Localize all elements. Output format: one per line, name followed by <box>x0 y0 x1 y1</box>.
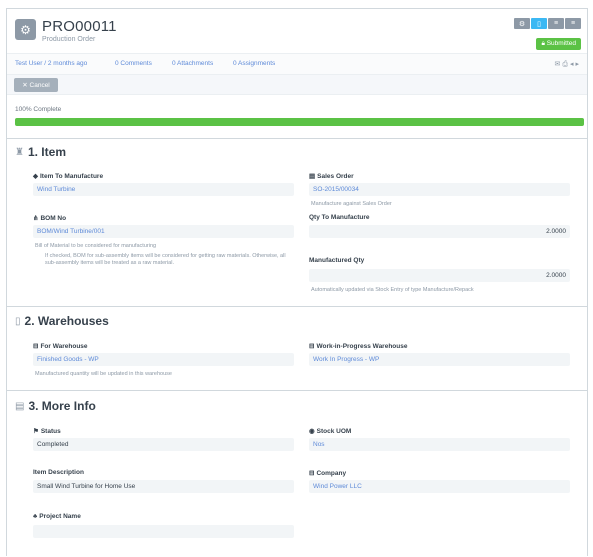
section-divider <box>7 390 587 391</box>
company-field[interactable]: Wind Power LLC <box>309 480 570 493</box>
item-description-label: Item Description <box>33 469 84 476</box>
qty-to-manufacture-field[interactable]: 2.0000 <box>309 225 570 238</box>
sales-order-label-text: Sales Order <box>317 172 354 180</box>
section-divider <box>7 138 587 139</box>
section-title-more-info-label: 3. More Info <box>28 399 96 413</box>
form-toolbar: ✕ Cancel <box>7 75 587 95</box>
timeline-links-bar: Test User / 2 months ago 0 Comments 0 At… <box>7 53 587 75</box>
owner-link[interactable]: Test User / 2 months ago <box>15 60 87 67</box>
page-subtitle: Production Order <box>42 36 96 43</box>
progress-bar <box>15 118 584 126</box>
for-warehouse-label-text: For Warehouse <box>40 342 88 350</box>
printer-icon[interactable]: ⎙ <box>562 61 570 68</box>
stock-uom-label: ◉ Stock UOM <box>309 427 352 436</box>
bom-help: Bill of Material to be considered for ma… <box>35 243 157 249</box>
section-title-item: ♜ 1. Item <box>15 145 66 159</box>
status-label: ⚑ Status <box>33 427 61 436</box>
status-badge-label: Submitted <box>546 40 576 47</box>
item-to-manufacture-field[interactable]: Wind Turbine <box>33 183 294 196</box>
cancel-button[interactable]: ✕ Cancel <box>14 78 58 92</box>
tag-icon: ◆ <box>33 173 38 180</box>
file-icon: ▤ <box>309 173 316 180</box>
flag-icon: ⚑ <box>33 428 39 435</box>
comments-link[interactable]: 0 Comments <box>115 60 152 67</box>
manufactured-qty-field[interactable]: 2.0000 <box>309 269 570 282</box>
building-icon: ▯ <box>15 315 21 327</box>
next-icon[interactable]: ▸ <box>575 61 581 68</box>
page-header: ⚙ PRO00011 Production Order ⚙ ▯ ≡ ≡ 🔒︎ S… <box>7 9 587 53</box>
project-name-label: ♣ Project Name <box>33 513 81 520</box>
gear-icon: ⚙ <box>15 19 36 40</box>
header-actions: ⚙ ▯ ≡ ≡ <box>514 18 581 29</box>
cubes-icon: ♜ <box>15 146 24 158</box>
production-order-form: ⚙ PRO00011 Production Order ⚙ ▯ ≡ ≡ 🔒︎ S… <box>6 8 588 556</box>
progress-bar-fill <box>15 118 584 126</box>
menu-icon[interactable]: ≡ <box>565 18 581 29</box>
bom-no-field[interactable]: BOM/Wind Turbine/001 <box>33 225 294 238</box>
sales-order-field[interactable]: SO-2015/00034 <box>309 183 570 196</box>
section-title-warehouses: ▯ 2. Warehouses <box>15 314 109 328</box>
item-to-manufacture-label-text: Item To Manufacture <box>40 172 104 180</box>
sitemap-icon: ⋔ <box>33 215 39 222</box>
manufactured-qty-help: Automatically updated via Stock Entry of… <box>311 287 474 293</box>
stock-uom-label-text: Stock UOM <box>316 427 352 435</box>
building-icon: ⊟ <box>309 470 315 477</box>
manufactured-qty-label: Manufactured Qty <box>309 257 365 264</box>
warehouse-icon: ⊟ <box>33 343 39 350</box>
section-title-item-label: 1. Item <box>27 145 66 159</box>
wip-warehouse-field[interactable]: Work In Progress - WP <box>309 353 570 366</box>
project-name-label-text: Project Name <box>39 513 81 520</box>
item-to-manufacture-label: ◆ Item To Manufacture <box>33 172 104 181</box>
for-warehouse-field[interactable]: Finished Goods - WP <box>33 353 294 366</box>
company-label: ⊟ Company <box>309 469 347 478</box>
assignments-link[interactable]: 0 Assignments <box>233 60 275 67</box>
sales-order-help: Manufacture against Sales Order <box>311 201 392 207</box>
status-field[interactable]: Completed <box>33 438 294 451</box>
list-icon[interactable]: ≡ <box>548 18 564 29</box>
section-title-more-info: ▤ 3. More Info <box>15 399 96 413</box>
for-warehouse-label: ⊟ For Warehouse <box>33 342 88 351</box>
wip-warehouse-label: ⊟ Work-in-Progress Warehouse <box>309 342 408 351</box>
stock-uom-field[interactable]: Nos <box>309 438 570 451</box>
close-icon: ✕ <box>22 82 30 89</box>
qty-to-manufacture-label: Qty To Manufacture <box>309 214 370 221</box>
wip-warehouse-label-text: Work-in-Progress Warehouse <box>316 342 408 350</box>
print-icon[interactable]: ▯ <box>531 18 547 29</box>
status-badge: 🔒︎ Submitted <box>536 38 581 50</box>
item-description-field[interactable]: Small Wind Turbine for Home Use <box>33 480 294 493</box>
page-title: PRO00011 <box>42 18 117 35</box>
section-title-warehouses-label: 2. Warehouses <box>24 314 109 328</box>
sales-order-label: ▤ Sales Order <box>309 172 354 181</box>
circle-icon: ◉ <box>309 428 315 435</box>
bom-subassembly-help: If checked, BOM for sub-assembly items w… <box>45 253 286 266</box>
document-icon: ▤ <box>15 400 25 412</box>
for-warehouse-help: Manufactured quantity will be updated in… <box>35 371 172 377</box>
warehouse-icon: ⊟ <box>309 343 315 350</box>
bom-no-label: ⋔ BOM No <box>33 214 67 223</box>
cancel-button-label: Cancel <box>29 81 50 89</box>
progress-label: 100% Complete <box>15 106 62 113</box>
rocket-icon: ♣ <box>33 513 38 520</box>
attachments-link[interactable]: 0 Attachments <box>172 60 213 67</box>
record-actions: ✉⎙◂▸ <box>554 60 581 69</box>
section-divider <box>7 306 587 307</box>
project-name-field[interactable] <box>33 525 294 538</box>
lock-icon: 🔒︎ <box>541 40 545 47</box>
company-label-text: Company <box>316 469 347 477</box>
bom-no-label-text: BOM No <box>40 214 67 222</box>
gears-icon[interactable]: ⚙ <box>514 18 530 29</box>
status-label-text: Status <box>40 427 61 435</box>
